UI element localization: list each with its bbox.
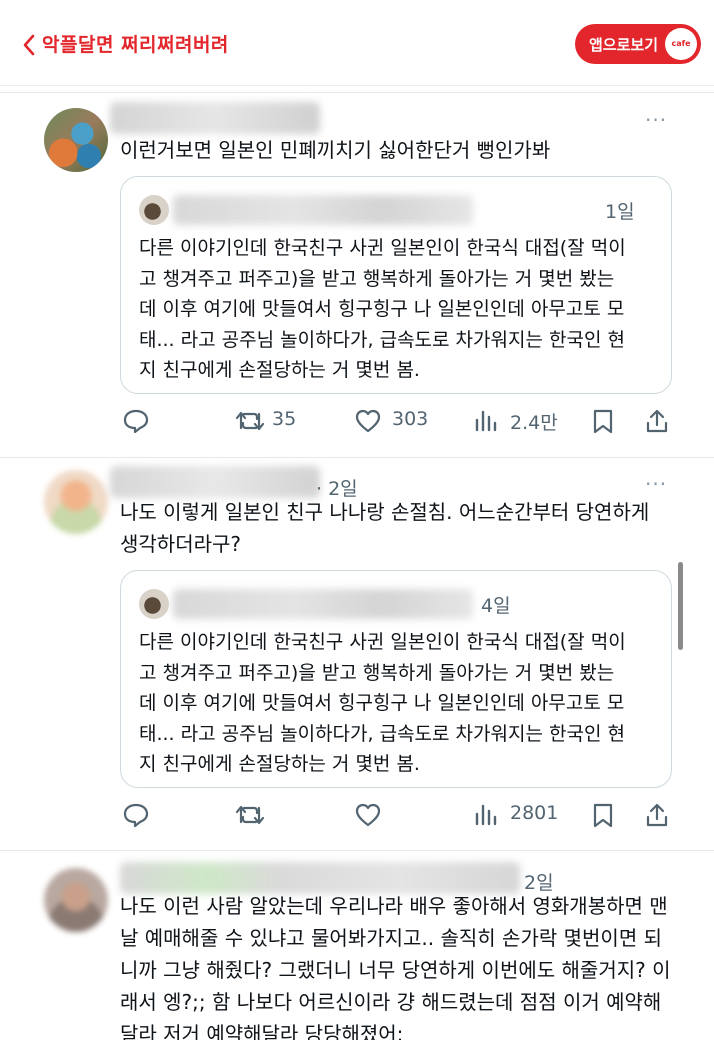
share-icon <box>646 803 668 827</box>
divider <box>0 92 714 93</box>
bookmark-icon <box>593 409 613 434</box>
divider <box>0 457 714 458</box>
cafe-header: 악플달면 쩌리쩌려버려 앱으로보기 cafe <box>0 0 714 86</box>
bookmark-button[interactable] <box>590 406 620 436</box>
retweet-count: 35 <box>272 408 297 430</box>
like-button[interactable]: 303 <box>354 406 454 436</box>
views-count: 2801 <box>510 802 559 824</box>
quoted-avatar <box>139 195 169 225</box>
more-options-icon[interactable]: ··· <box>645 108 667 132</box>
author-name-blurred[interactable] <box>110 102 320 134</box>
views-count: 2.4만 <box>510 412 558 434</box>
reply-button[interactable] <box>122 800 162 830</box>
tweet-text: 나도 이렇게 일본인 친구 나나랑 손절침. 어느순간부터 당연하게 생각하더라… <box>120 500 650 556</box>
divider <box>0 850 714 851</box>
quoted-avatar <box>139 589 169 619</box>
retweet-icon <box>235 805 265 825</box>
bookmark-button[interactable] <box>590 800 620 830</box>
avatar[interactable] <box>44 470 108 534</box>
retweet-icon <box>235 411 265 431</box>
views-button[interactable]: 2.4만 <box>472 406 572 436</box>
more-options-icon[interactable]: ··· <box>645 472 667 496</box>
views-chart-icon <box>475 410 497 432</box>
tweet-actions: 2801 <box>120 800 680 830</box>
open-in-app-button[interactable]: 앱으로보기 cafe <box>575 24 701 64</box>
cafe-logo-icon: cafe <box>665 28 697 60</box>
quoted-time: 1일 <box>605 201 635 223</box>
share-button[interactable] <box>644 406 674 436</box>
quoted-tweet[interactable]: 1일 다른 이야기인데 한국친구 사귄 일본인이 한국식 대접(잘 먹이 고 챙… <box>120 176 672 394</box>
cafe-title[interactable]: 악플달면 쩌리쩌려버려 <box>42 30 229 57</box>
quoted-text: 다른 이야기인데 한국친구 사귄 일본인이 한국식 대접(잘 먹이 고 챙겨주고… <box>139 631 626 775</box>
quoted-tweet[interactable]: 4일 다른 이야기인데 한국친구 사귄 일본인이 한국식 대접(잘 먹이 고 챙… <box>120 570 672 788</box>
reply-button[interactable] <box>122 406 162 436</box>
chevron-left-icon <box>23 34 35 56</box>
quoted-text: 다른 이야기인데 한국친구 사귄 일본인이 한국식 대접(잘 먹이 고 챙겨주고… <box>139 237 626 381</box>
share-icon <box>646 409 668 433</box>
back-button[interactable] <box>20 30 44 58</box>
tweet-actions: 35 303 2.4만 <box>120 406 680 436</box>
open-in-app-label: 앱으로보기 <box>589 36 659 54</box>
avatar[interactable] <box>44 108 108 172</box>
quoted-time: 4일 <box>481 595 511 617</box>
heart-icon <box>355 409 381 433</box>
quoted-author-blurred <box>173 195 473 225</box>
views-chart-icon <box>475 804 497 826</box>
share-button[interactable] <box>644 800 674 830</box>
like-button[interactable] <box>354 800 394 830</box>
scrollbar[interactable] <box>678 562 683 650</box>
heart-icon <box>355 803 381 827</box>
avatar[interactable] <box>44 868 108 932</box>
retweet-button[interactable] <box>234 800 274 830</box>
retweet-button[interactable]: 35 <box>234 406 324 436</box>
like-count: 303 <box>392 408 429 430</box>
author-name-blurred[interactable] <box>110 466 320 498</box>
reply-icon <box>123 803 149 828</box>
bookmark-icon <box>593 803 613 828</box>
views-button[interactable]: 2801 <box>472 800 572 830</box>
reply-icon <box>123 409 149 434</box>
quoted-author-blurred <box>173 589 473 619</box>
tweet-text: 이런거보면 일본인 민폐끼치기 싫어한단거 뻥인가봐 <box>120 138 551 162</box>
tweet-text: 나도 이런 사람 알았는데 우리나라 배우 좋아해서 영화개봉하면 맨 날 예매… <box>120 894 671 1040</box>
